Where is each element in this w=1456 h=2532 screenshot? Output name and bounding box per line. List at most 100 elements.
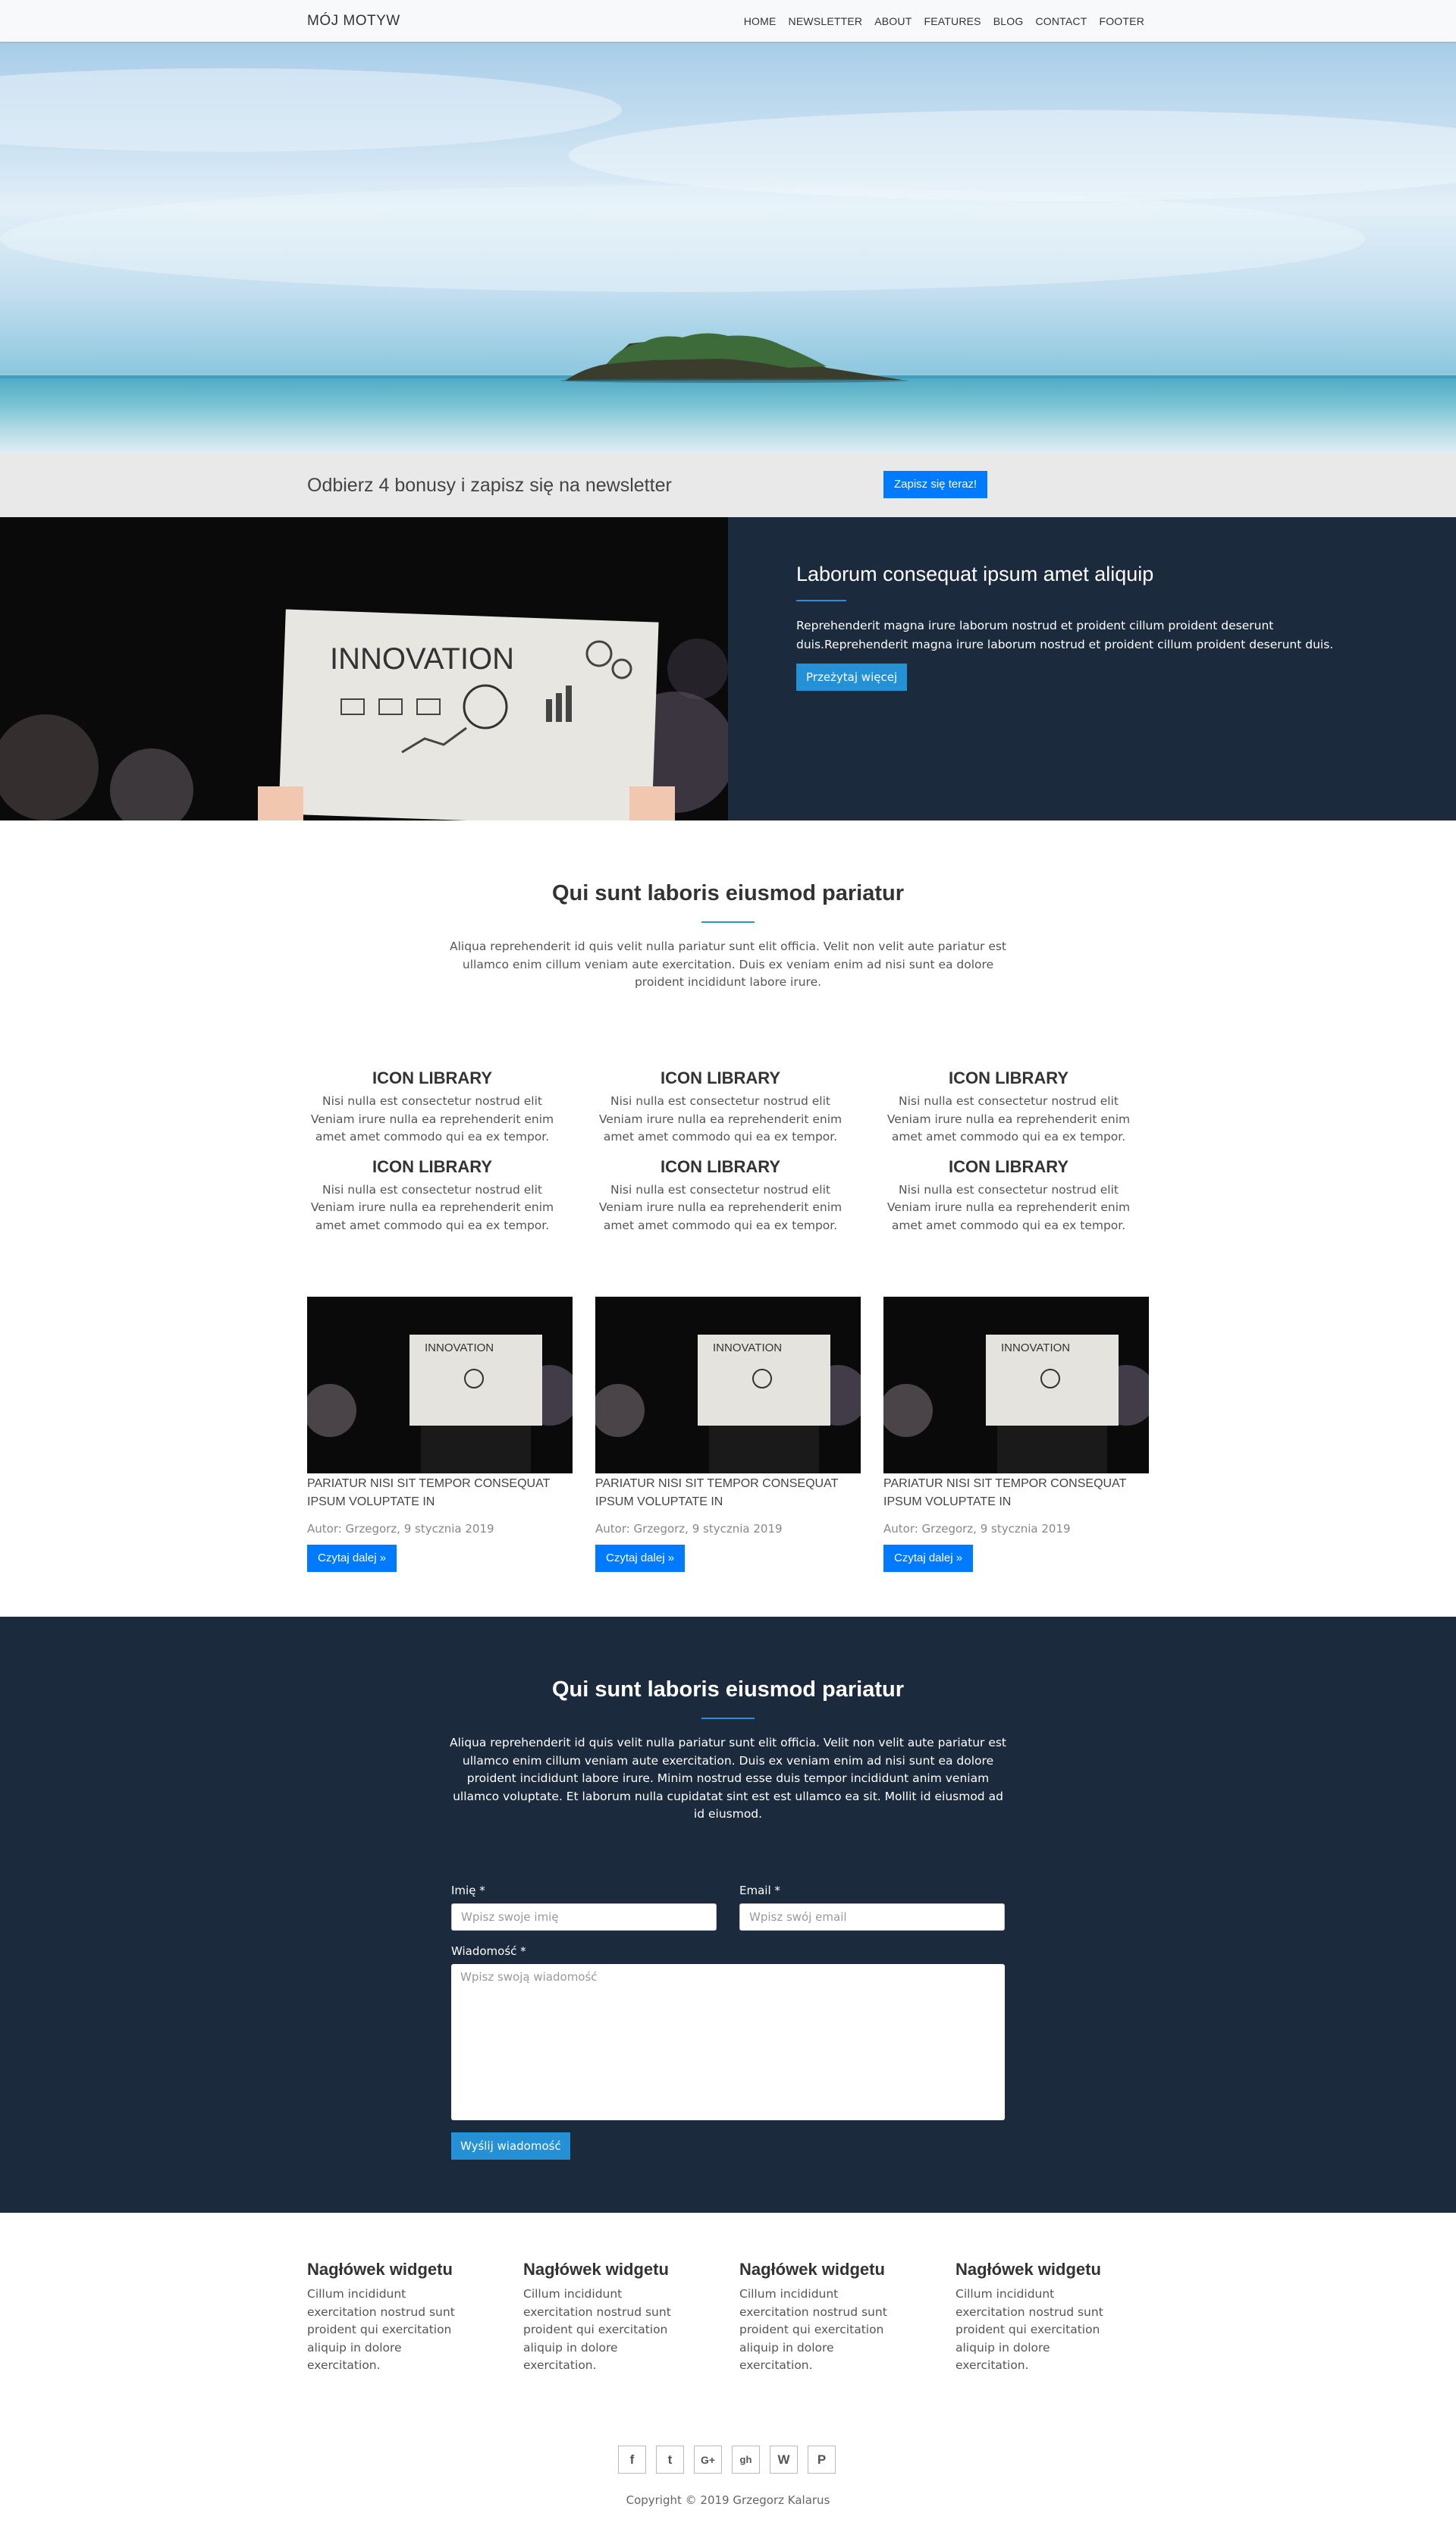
- nav-item-blog[interactable]: BLOG: [993, 15, 1024, 27]
- footer-widget: Nagłówek widgetu Cillum incididunt exerc…: [307, 2260, 474, 2375]
- widget-title: Nagłówek widgetu: [956, 2260, 1101, 2279]
- facebook-icon[interactable]: f: [618, 2446, 646, 2474]
- innovation-word: INNOVATION: [330, 642, 514, 676]
- newsletter-band: Odbierz 4 bonusy i zapisz się na newslet…: [0, 455, 1456, 517]
- icon-library-grid: ICON LIBRARY Nisi nulla est consectetur …: [307, 1068, 1149, 1235]
- blog-post-meta: Autor: Grzegorz, 9 stycznia 2019: [307, 1522, 494, 1536]
- feature-read-more-button[interactable]: Przeżytaj więcej: [796, 664, 908, 691]
- icon-library-title: ICON LIBRARY: [948, 1156, 1069, 1176]
- blog-post-card: INNOVATION PARIATUR NISI SIT TEMPOR CONS…: [595, 1297, 861, 1572]
- brand-logo[interactable]: MÓJ MOTYW: [307, 13, 400, 30]
- blog-post-title[interactable]: PARIATUR NISI SIT TEMPOR CONSEQUAT IPSUM…: [307, 1475, 573, 1511]
- contact-lead: Aliqua reprehenderit id quis velit nulla…: [449, 1736, 1007, 1821]
- name-label: Imię *: [451, 1884, 485, 1897]
- icon-library-title: ICON LIBRARY: [372, 1068, 493, 1087]
- footer-widget: Nagłówek widgetu Cillum incididunt exerc…: [956, 2260, 1122, 2375]
- icon-library-title: ICON LIBRARY: [948, 1068, 1069, 1087]
- svg-text:INNOVATION: INNOVATION: [425, 1341, 494, 1354]
- copyright: Copyright © 2019 Grzegorz Kalarus: [626, 2493, 830, 2507]
- read-more-button[interactable]: Czytaj dalej »: [307, 1545, 397, 1572]
- services-lead: Aliqua reprehenderit id quis velit nulla…: [449, 940, 1007, 989]
- icon-library-title: ICON LIBRARY: [660, 1068, 781, 1087]
- blog-post-image[interactable]: INNOVATION: [595, 1297, 861, 1473]
- footer-widget: Nagłówek widgetu Cillum incididunt exerc…: [739, 2260, 906, 2375]
- read-more-button[interactable]: Czytaj dalej »: [883, 1545, 974, 1572]
- icon-library-title: ICON LIBRARY: [372, 1156, 493, 1176]
- icon-library-title: ICON LIBRARY: [660, 1156, 781, 1176]
- icon-library-item: ICON LIBRARY Nisi nulla est consectetur …: [307, 1157, 557, 1235]
- hero-image: [0, 42, 1456, 455]
- blog-post-meta: Autor: Grzegorz, 9 stycznia 2019: [595, 1522, 783, 1536]
- hero-seascape: [0, 68, 1456, 455]
- email-label: Email *: [739, 1884, 780, 1897]
- wordpress-icon[interactable]: W: [770, 2446, 798, 2474]
- services-title-underline: [701, 921, 755, 923]
- read-more-button[interactable]: Czytaj dalej »: [595, 1545, 686, 1572]
- feature-section: INNOVATION Laborum consequat ipsum amet …: [0, 517, 1456, 820]
- widget-text: Cillum incididunt exercitation nostrud s…: [307, 2287, 455, 2372]
- svg-text:INNOVATION: INNOVATION: [1001, 1341, 1070, 1354]
- footer-widgets: Nagłówek widgetu Cillum incididunt exerc…: [307, 2260, 1122, 2375]
- github-icon[interactable]: gh: [732, 2446, 760, 2474]
- feature-content: Laborum consequat ipsum amet aliquip Rep…: [796, 563, 1380, 691]
- services-section: Qui sunt laboris eiusmod pariatur Aliqua…: [0, 820, 1456, 1617]
- blog-post-title[interactable]: PARIATUR NISI SIT TEMPOR CONSEQUAT IPSUM…: [595, 1475, 861, 1511]
- social-links: f t G+ gh W P: [618, 2446, 836, 2474]
- feature-title: Laborum consequat ipsum amet aliquip: [796, 563, 1154, 585]
- widget-text: Cillum incididunt exercitation nostrud s…: [739, 2287, 887, 2372]
- contact-form: Imię * Wpisz swoje imię Email * Wpisz sw…: [451, 1884, 1005, 2160]
- footer: Nagłówek widgetu Cillum incididunt exerc…: [0, 2213, 1456, 2532]
- newsletter-text: Odbierz 4 bonusy i zapisz się na newslet…: [307, 475, 672, 496]
- nav-item-features[interactable]: FEATURES: [924, 15, 981, 27]
- widget-text: Cillum incididunt exercitation nostrud s…: [956, 2287, 1103, 2372]
- blog-post-image[interactable]: INNOVATION: [883, 1297, 1149, 1473]
- nav-item-footer[interactable]: FOOTER: [1099, 15, 1144, 27]
- contact-section: Qui sunt laboris eiusmod pariatur Aliqua…: [0, 1617, 1456, 2213]
- nav-item-contact[interactable]: CONTACT: [1035, 15, 1087, 27]
- svg-text:INNOVATION: INNOVATION: [713, 1341, 782, 1354]
- contact-title: Qui sunt laboris eiusmod pariatur: [551, 1677, 905, 1702]
- message-label: Wiadomość *: [451, 1944, 526, 1958]
- newsletter-subscribe-button[interactable]: Zapisz się teraz!: [883, 471, 988, 498]
- icon-library-text: Nisi nulla est consectetur nostrud elit …: [886, 1094, 1131, 1144]
- icon-library-text: Nisi nulla est consectetur nostrud elit …: [886, 1182, 1131, 1232]
- icon-library-item: ICON LIBRARY Nisi nulla est consectetur …: [883, 1068, 1134, 1147]
- nav-item-newsletter[interactable]: NEWSLETTER: [789, 15, 863, 27]
- widget-text: Cillum incididunt exercitation nostrud s…: [523, 2287, 671, 2372]
- message-textarea[interactable]: Wpisz swoją wiadomość: [451, 1964, 1005, 2120]
- icon-library-item: ICON LIBRARY Nisi nulla est consectetur …: [307, 1068, 557, 1147]
- blog-post-card: INNOVATION PARIATUR NISI SIT TEMPOR CONS…: [307, 1297, 573, 1572]
- blog-post-meta: Autor: Grzegorz, 9 stycznia 2019: [883, 1522, 1071, 1536]
- widget-title: Nagłówek widgetu: [307, 2260, 453, 2279]
- feature-title-underline: [796, 600, 846, 601]
- pinterest-icon[interactable]: P: [808, 2446, 836, 2474]
- send-message-button[interactable]: Wyślij wiadomość: [451, 2132, 570, 2160]
- nav-menu: HOME NEWSLETTER ABOUT FEATURES BLOG CONT…: [744, 15, 1144, 27]
- name-input[interactable]: Wpisz swoje imię: [451, 1903, 717, 1931]
- footer-widget: Nagłówek widgetu Cillum incididunt exerc…: [523, 2260, 690, 2375]
- icon-library-text: Nisi nulla est consectetur nostrud elit …: [310, 1094, 554, 1144]
- feature-image: INNOVATION: [0, 517, 728, 820]
- navbar: MÓJ MOTYW HOME NEWSLETTER ABOUT FEATURES…: [0, 0, 1456, 42]
- icon-library-text: Nisi nulla est consectetur nostrud elit …: [598, 1094, 843, 1144]
- innovation-illustration: INNOVATION: [0, 609, 728, 820]
- google-plus-icon[interactable]: G+: [694, 2446, 722, 2474]
- blog-posts: INNOVATION PARIATUR NISI SIT TEMPOR CONS…: [307, 1297, 1149, 1572]
- blog-post-title[interactable]: PARIATUR NISI SIT TEMPOR CONSEQUAT IPSUM…: [883, 1475, 1149, 1511]
- blog-post-card: INNOVATION PARIATUR NISI SIT TEMPOR CONS…: [883, 1297, 1149, 1572]
- twitter-icon[interactable]: t: [656, 2446, 684, 2474]
- icon-library-text: Nisi nulla est consectetur nostrud elit …: [598, 1182, 843, 1232]
- feature-body: Reprehenderit magna irure laborum nostru…: [796, 619, 1334, 651]
- icon-library-text: Nisi nulla est consectetur nostrud elit …: [310, 1182, 554, 1232]
- email-input[interactable]: Wpisz swój email: [739, 1903, 1005, 1931]
- icon-library-item: ICON LIBRARY Nisi nulla est consectetur …: [595, 1157, 846, 1235]
- services-title: Qui sunt laboris eiusmod pariatur: [551, 881, 905, 905]
- widget-title: Nagłówek widgetu: [739, 2260, 885, 2279]
- contact-title-underline: [701, 1718, 755, 1719]
- icon-library-item: ICON LIBRARY Nisi nulla est consectetur …: [883, 1157, 1134, 1235]
- icon-library-item: ICON LIBRARY Nisi nulla est consectetur …: [595, 1068, 846, 1147]
- nav-item-home[interactable]: HOME: [744, 15, 777, 27]
- blog-post-image[interactable]: INNOVATION: [307, 1297, 573, 1473]
- widget-title: Nagłówek widgetu: [523, 2260, 669, 2279]
- nav-item-about[interactable]: ABOUT: [874, 15, 912, 27]
